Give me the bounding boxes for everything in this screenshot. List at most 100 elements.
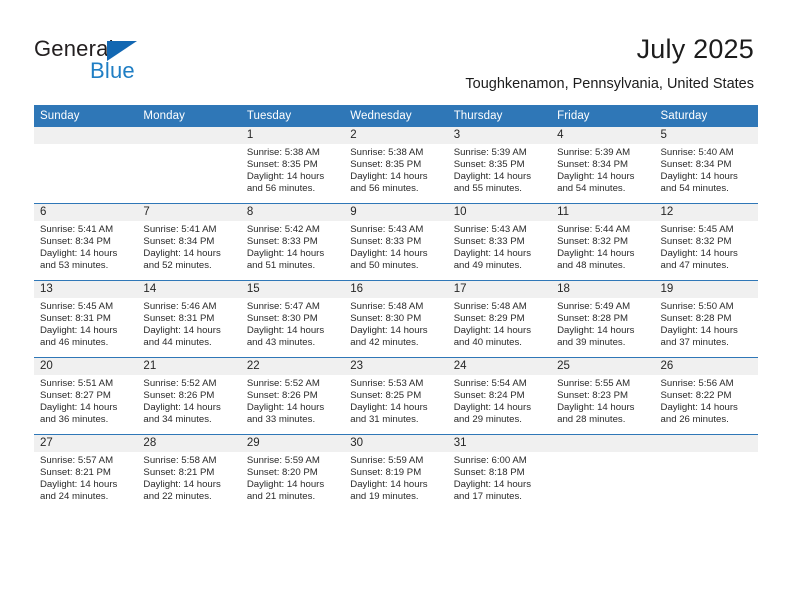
calendar-day-cell[interactable]: 20 Sunrise: 5:51 AM Sunset: 8:27 PM Dayligh…	[34, 357, 138, 435]
day-number: 2	[344, 127, 448, 144]
sunrise-text: Sunrise: 5:56 AM	[660, 378, 734, 389]
daylight-text-line2: and 44 minutes.	[143, 337, 212, 349]
daylight-text-line1: Daylight: 14 hours	[143, 479, 221, 491]
brand-logo[interactable]: General Blue	[34, 36, 214, 84]
day-details: Sunrise: 5:41 AM Sunset: 8:34 PM Daylight:…	[137, 221, 240, 272]
sunset-text: Sunset: 8:32 PM	[660, 236, 732, 248]
calendar-day-cell[interactable]: 19 Sunrise: 5:50 AM Sunset: 8:28 PM Dayligh…	[654, 280, 758, 358]
daylight-text-line2: and 56 minutes.	[350, 183, 419, 195]
calendar-day-cell[interactable]: 21 Sunrise: 5:52 AM Sunset: 8:26 PM Dayligh…	[137, 357, 241, 435]
day-number: 10	[447, 204, 552, 221]
day-number: 19	[654, 281, 758, 298]
day-number: 21	[137, 358, 241, 375]
calendar-day-cell[interactable]: 18 Sunrise: 5:49 AM Sunset: 8:28 PM Dayligh…	[551, 280, 655, 358]
daylight-text-line1: Daylight: 14 hours	[350, 248, 428, 260]
sunset-text: Sunset: 8:30 PM	[350, 313, 422, 325]
daylight-text-line1: Daylight: 14 hours	[453, 171, 532, 183]
day-number: 24	[447, 358, 552, 375]
calendar-day-cell[interactable]: 22 Sunrise: 5:52 AM Sunset: 8:26 PM Dayligh…	[240, 357, 345, 435]
calendar-day-cell[interactable]: 1 Sunrise: 5:38 AM Sunset: 8:35 PM Daylight…	[240, 126, 345, 204]
calendar-day-cell[interactable]: 31 Sunrise: 6:00 AM Sunset: 8:18 PM Dayligh…	[447, 434, 552, 511]
day-number: 22	[240, 358, 345, 375]
calendar-day-cell[interactable]: 7 Sunrise: 5:41 AM Sunset: 8:34 PM Daylight…	[137, 203, 241, 281]
daylight-text-line2: and 54 minutes.	[557, 183, 626, 195]
day-details: Sunrise: 5:38 AM Sunset: 8:35 PM Daylight:…	[344, 144, 447, 195]
daylight-text-line1: Daylight: 14 hours	[660, 402, 738, 414]
sunset-text: Sunset: 8:21 PM	[40, 467, 111, 479]
calendar-day-cell[interactable]: 15 Sunrise: 5:47 AM Sunset: 8:30 PM Dayligh…	[240, 280, 345, 358]
calendar-day-cell[interactable]: 17 Sunrise: 5:48 AM Sunset: 8:29 PM Dayligh…	[447, 280, 552, 358]
daylight-text-line2: and 22 minutes.	[143, 491, 212, 503]
day-number: 3	[447, 127, 552, 144]
daylight-text-line1: Daylight: 14 hours	[143, 325, 221, 337]
day-details: Sunrise: 5:43 AM Sunset: 8:33 PM Daylight:…	[448, 221, 551, 272]
sunset-text: Sunset: 8:28 PM	[660, 313, 732, 325]
daylight-text-line1: Daylight: 14 hours	[40, 248, 118, 260]
calendar-day-cell[interactable]: 3 Sunrise: 5:39 AM Sunset: 8:35 PM Daylight…	[447, 126, 552, 204]
sunrise-text: Sunrise: 5:41 AM	[143, 224, 217, 235]
sunset-text: Sunset: 8:34 PM	[143, 236, 215, 248]
daylight-text-line1: Daylight: 14 hours	[557, 248, 635, 260]
calendar-day-cell[interactable]: 6 Sunrise: 5:41 AM Sunset: 8:34 PM Daylight…	[34, 203, 138, 281]
day-number: 20	[34, 358, 138, 375]
sunrise-text: Sunrise: 5:53 AM	[350, 378, 424, 389]
sunrise-text: Sunrise: 5:51 AM	[40, 378, 114, 389]
calendar-day-cell[interactable]: 25 Sunrise: 5:55 AM Sunset: 8:23 PM Dayligh…	[551, 357, 655, 435]
day-number: 27	[34, 435, 138, 452]
calendar-day-cell[interactable]: 28 Sunrise: 5:58 AM Sunset: 8:21 PM Dayligh…	[137, 434, 241, 511]
sunset-text: Sunset: 8:34 PM	[40, 236, 111, 248]
calendar-day-cell[interactable]: 9 Sunrise: 5:43 AM Sunset: 8:33 PM Daylight…	[344, 203, 448, 281]
daylight-text-line1: Daylight: 14 hours	[246, 171, 325, 183]
calendar-day-cell[interactable]: 27 Sunrise: 5:57 AM Sunset: 8:21 PM Dayligh…	[34, 434, 138, 511]
daylight-text-line1: Daylight: 14 hours	[557, 402, 635, 414]
calendar-day-cell[interactable]: 4 Sunrise: 5:39 AM Sunset: 8:34 PM Daylight…	[551, 126, 655, 204]
calendar-day-cell[interactable]: 16 Sunrise: 5:48 AM Sunset: 8:30 PM Dayligh…	[344, 280, 448, 358]
calendar-day-cell[interactable]: 14 Sunrise: 5:46 AM Sunset: 8:31 PM Dayligh…	[137, 280, 241, 358]
calendar-day-cell[interactable]: 29 Sunrise: 5:59 AM Sunset: 8:20 PM Dayligh…	[240, 434, 345, 511]
day-details: Sunrise: 5:52 AM Sunset: 8:26 PM Daylight:…	[241, 375, 344, 426]
day-details: Sunrise: 5:39 AM Sunset: 8:35 PM Daylight:…	[448, 144, 551, 195]
sunrise-text: Sunrise: 5:39 AM	[557, 147, 631, 158]
calendar-day-cell[interactable]: 2 Sunrise: 5:38 AM Sunset: 8:35 PM Daylight…	[344, 126, 448, 204]
day-number: 17	[447, 281, 552, 298]
day-details: Sunrise: 5:45 AM Sunset: 8:32 PM Daylight:…	[655, 221, 758, 272]
day-details: Sunrise: 5:48 AM Sunset: 8:29 PM Daylight:…	[448, 298, 551, 349]
calendar-day-cell[interactable]: 12 Sunrise: 5:45 AM Sunset: 8:32 PM Dayligh…	[654, 203, 758, 281]
daylight-text-line1: Daylight: 14 hours	[453, 248, 532, 260]
calendar-day-cell[interactable]: 23 Sunrise: 5:53 AM Sunset: 8:25 PM Dayligh…	[344, 357, 448, 435]
day-number: 6	[34, 204, 138, 221]
daylight-text-line1: Daylight: 14 hours	[246, 248, 325, 260]
calendar-day-cell[interactable]: 13 Sunrise: 5:45 AM Sunset: 8:31 PM Dayligh…	[34, 280, 138, 358]
daylight-text-line1: Daylight: 14 hours	[40, 402, 118, 414]
daylight-text-line2: and 47 minutes.	[660, 260, 729, 272]
sunrise-text: Sunrise: 5:43 AM	[350, 224, 424, 235]
daylight-text-line2: and 46 minutes.	[40, 337, 109, 349]
calendar-day-cell[interactable]: 26 Sunrise: 5:56 AM Sunset: 8:22 PM Dayligh…	[654, 357, 758, 435]
daylight-text-line2: and 21 minutes.	[246, 491, 316, 503]
weekday-header-friday: Friday	[551, 105, 655, 127]
sunset-text: Sunset: 8:31 PM	[40, 313, 111, 325]
daylight-text-line2: and 34 minutes.	[143, 414, 212, 426]
daylight-text-line1: Daylight: 14 hours	[143, 402, 221, 414]
day-details: Sunrise: 5:58 AM Sunset: 8:21 PM Daylight:…	[137, 452, 240, 503]
calendar-day-cell[interactable]: 24 Sunrise: 5:54 AM Sunset: 8:24 PM Dayligh…	[447, 357, 552, 435]
calendar-day-cell-empty	[34, 126, 138, 204]
sunrise-text: Sunrise: 5:48 AM	[453, 301, 527, 312]
calendar-day-cell[interactable]: 5 Sunrise: 5:40 AM Sunset: 8:34 PM Daylight…	[654, 126, 758, 204]
calendar-day-cell-empty	[551, 434, 655, 511]
day-number: 5	[654, 127, 758, 144]
calendar-day-cell[interactable]: 30 Sunrise: 5:59 AM Sunset: 8:19 PM Dayligh…	[344, 434, 448, 511]
day-number: 14	[137, 281, 241, 298]
calendar-day-cell-empty	[654, 434, 758, 511]
sunset-text: Sunset: 8:33 PM	[246, 236, 318, 248]
sunset-text: Sunset: 8:28 PM	[557, 313, 629, 325]
calendar-day-cell[interactable]: 8 Sunrise: 5:42 AM Sunset: 8:33 PM Daylight…	[240, 203, 345, 281]
calendar-day-cell-empty	[137, 126, 241, 204]
day-details: Sunrise: 5:52 AM Sunset: 8:26 PM Daylight:…	[137, 375, 240, 426]
daylight-text-line1: Daylight: 14 hours	[557, 325, 635, 337]
calendar-page: General Blue July 2025 Toughkenamon, Pen…	[0, 0, 792, 612]
daylight-text-line1: Daylight: 14 hours	[350, 402, 428, 414]
sunset-text: Sunset: 8:26 PM	[143, 390, 215, 402]
calendar-day-cell[interactable]: 11 Sunrise: 5:44 AM Sunset: 8:32 PM Dayligh…	[551, 203, 655, 281]
calendar-day-cell[interactable]: 10 Sunrise: 5:43 AM Sunset: 8:33 PM Dayligh…	[447, 203, 552, 281]
